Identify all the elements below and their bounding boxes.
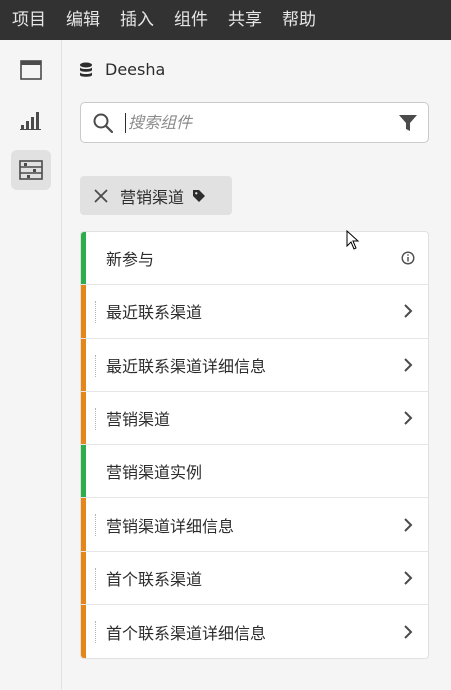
menu-item-share[interactable]: 共享 bbox=[228, 0, 262, 40]
component-type-stripe bbox=[81, 498, 86, 551]
components-button[interactable] bbox=[11, 150, 51, 190]
component-type-stripe bbox=[81, 445, 86, 498]
list-item-label: 营销渠道实例 bbox=[106, 463, 203, 483]
bar-chart-icon bbox=[20, 112, 41, 130]
list-item[interactable]: 最近联系渠道 bbox=[81, 285, 428, 339]
menu-item-edit[interactable]: 编辑 bbox=[66, 0, 100, 40]
filter-icon bbox=[399, 114, 417, 131]
menu-bar: 项目 编辑 插入 组件 共享 帮助 bbox=[0, 0, 451, 40]
menu-item-project[interactable]: 项目 bbox=[12, 0, 46, 40]
filter-tag[interactable]: 营销渠道 bbox=[80, 176, 232, 215]
list-item-label: 最近联系渠道详细信息 bbox=[106, 356, 267, 376]
left-rail bbox=[0, 40, 62, 690]
list-item-label: 最近联系渠道 bbox=[106, 303, 203, 323]
menu-item-insert[interactable]: 插入 bbox=[120, 0, 154, 40]
components-panel: Deesha 营销渠道 新参与最近联系渠道最近联系渠道详细信息营销渠道营销渠道实… bbox=[63, 40, 451, 690]
components-icon bbox=[19, 160, 43, 180]
list-item-label: 首个联系渠道 bbox=[106, 569, 203, 589]
panel-icon bbox=[20, 60, 42, 80]
component-type-stripe bbox=[81, 232, 86, 285]
component-type-stripe bbox=[81, 285, 86, 338]
list-item[interactable]: 营销渠道实例 bbox=[81, 445, 428, 499]
datasource-row[interactable]: Deesha bbox=[79, 60, 165, 79]
nesting-guide bbox=[95, 407, 96, 430]
chevron-right-icon[interactable] bbox=[388, 625, 428, 639]
tag-icon bbox=[193, 189, 206, 202]
list-item-label: 营销渠道详细信息 bbox=[106, 516, 235, 536]
list-item[interactable]: 首个联系渠道 bbox=[81, 551, 428, 606]
component-type-stripe bbox=[81, 605, 86, 659]
filter-button[interactable] bbox=[388, 114, 428, 132]
chevron-right-icon[interactable] bbox=[388, 304, 428, 319]
nesting-guide bbox=[95, 514, 96, 537]
search-input[interactable] bbox=[126, 113, 388, 132]
database-icon bbox=[80, 62, 92, 77]
list-item-label: 营销渠道 bbox=[106, 410, 171, 430]
panels-button[interactable] bbox=[11, 50, 51, 90]
list-item[interactable]: 营销渠道 bbox=[81, 391, 428, 446]
visualizations-button[interactable] bbox=[11, 100, 51, 140]
component-list: 新参与 最近联系渠道 最近联系渠道详细信息 营销渠道 营销渠道实例 营销渠道详细信息 首个联… bbox=[80, 231, 429, 660]
chevron-right-icon[interactable] bbox=[388, 358, 428, 372]
nesting-guide bbox=[95, 621, 96, 644]
search-field[interactable] bbox=[80, 102, 429, 143]
datasource-name: Deesha bbox=[105, 60, 166, 79]
search-icon bbox=[93, 113, 113, 133]
list-item[interactable]: 营销渠道详细信息 bbox=[81, 498, 428, 552]
chevron-right-icon[interactable] bbox=[388, 411, 428, 425]
component-type-stripe bbox=[81, 391, 86, 445]
component-type-stripe bbox=[81, 551, 86, 605]
info-icon[interactable] bbox=[388, 251, 428, 265]
chevron-right-icon[interactable] bbox=[388, 571, 428, 585]
menu-item-components[interactable]: 组件 bbox=[174, 0, 208, 40]
nesting-guide bbox=[95, 301, 96, 324]
nesting-guide bbox=[95, 567, 96, 590]
list-item[interactable]: 首个联系渠道详细信息 bbox=[81, 605, 428, 659]
list-item[interactable]: 最近联系渠道详细信息 bbox=[81, 338, 428, 392]
list-item[interactable]: 新参与 bbox=[81, 232, 428, 286]
chevron-right-icon[interactable] bbox=[388, 517, 428, 532]
menu-item-help[interactable]: 帮助 bbox=[282, 0, 316, 40]
list-item-label: 首个联系渠道详细信息 bbox=[106, 623, 267, 643]
close-icon[interactable] bbox=[94, 188, 108, 203]
mouse-cursor-icon bbox=[346, 230, 360, 250]
component-type-stripe bbox=[81, 338, 86, 391]
nesting-guide bbox=[95, 354, 96, 377]
filter-tag-label: 营销渠道 bbox=[120, 187, 185, 207]
